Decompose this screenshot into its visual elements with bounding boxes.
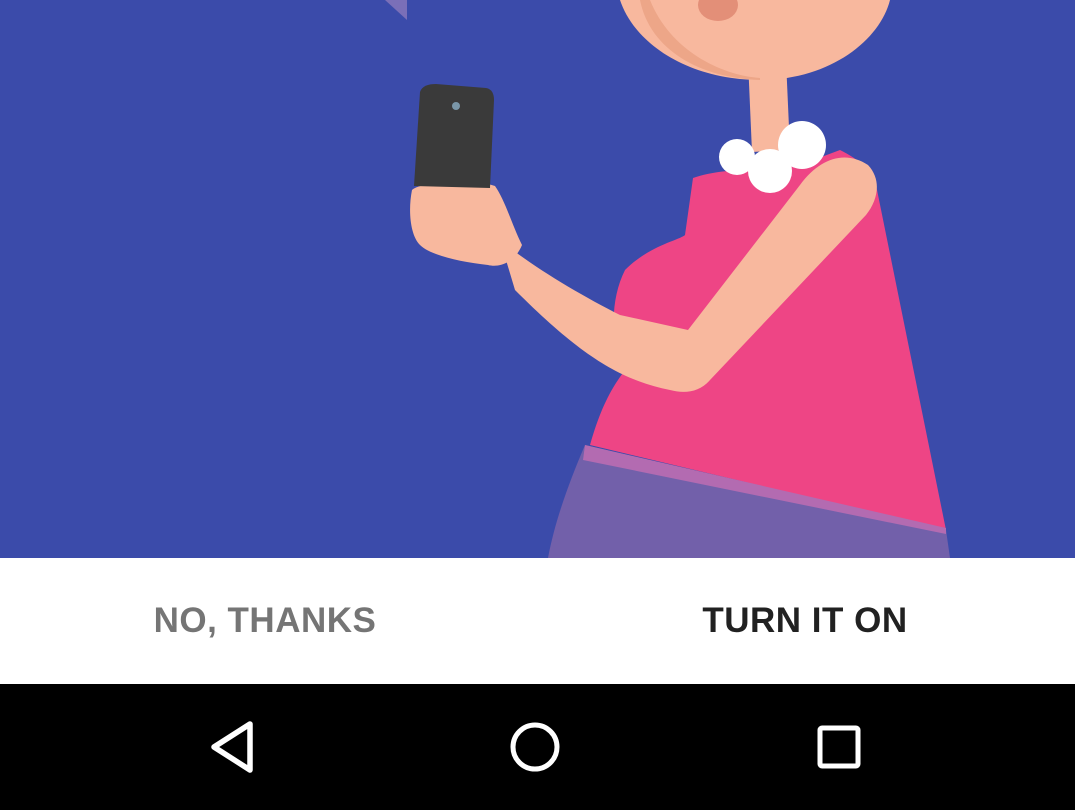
home-button[interactable] xyxy=(505,717,565,777)
system-navigation-bar xyxy=(0,684,1075,810)
woman-with-phone-illustration xyxy=(0,0,1075,558)
phone-camera xyxy=(452,102,460,110)
back-triangle-icon xyxy=(211,721,253,773)
recents-square-icon xyxy=(817,725,861,769)
back-button[interactable] xyxy=(203,717,263,777)
no-thanks-button[interactable]: NO, THANKS xyxy=(115,558,415,684)
phone xyxy=(414,84,494,188)
necklace-pearl xyxy=(778,121,826,169)
illustration-panel xyxy=(0,0,1075,558)
turn-it-on-button[interactable]: TURN IT ON xyxy=(655,558,955,684)
action-bar: NO, THANKS TURN IT ON xyxy=(0,558,1075,684)
recents-button[interactable] xyxy=(809,717,869,777)
home-circle-icon xyxy=(510,722,560,772)
